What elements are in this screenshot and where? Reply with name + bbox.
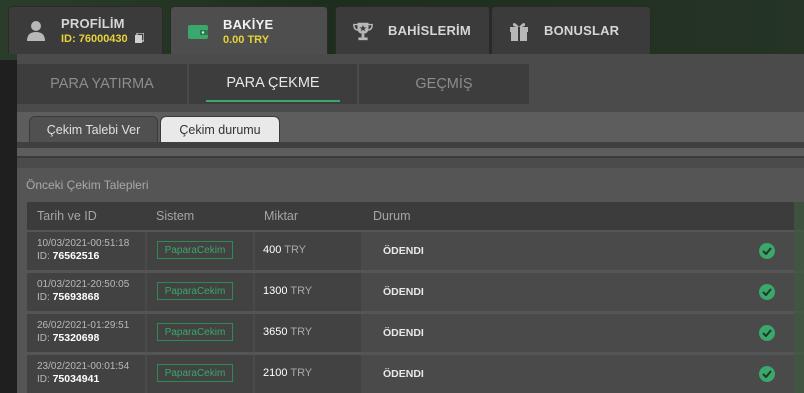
tab-history[interactable]: GEÇMİŞ xyxy=(359,64,531,104)
col-date-id: Tarih ve ID xyxy=(37,209,97,223)
row-amount: 2100 xyxy=(263,367,288,379)
system-badge: PaparaCekim xyxy=(157,364,233,382)
row-status: ÖDENDI xyxy=(383,368,424,380)
col-system: Sistem xyxy=(156,209,195,223)
account-nav: PROFİLİM ID: 76000430 BAKİYE 0.00 TRY BA… xyxy=(8,6,804,56)
check-icon xyxy=(759,284,775,300)
row-amount: 1300 xyxy=(263,285,288,297)
tab-my-bets[interactable]: BAHİSLERİM xyxy=(335,6,490,54)
row-date: 26/02/2021-01:29:51 xyxy=(37,320,130,331)
check-icon xyxy=(759,243,775,259)
row-date: 01/03/2021-20:50:05 xyxy=(37,279,130,290)
row-date: 10/03/2021-00:51:18 xyxy=(37,238,130,249)
gift-icon xyxy=(508,20,530,42)
row-status: ÖDENDI xyxy=(383,286,424,298)
table-header: Tarih ve ID Sistem Miktar Durum xyxy=(27,202,804,230)
tab-withdraw[interactable]: PARA ÇEKME xyxy=(189,64,359,104)
tab-bonuses-label: BONUSLAR xyxy=(544,23,620,38)
tab-my-bets-label: BAHİSLERİM xyxy=(388,23,471,38)
table-row: 23/02/2021-00:01:54 ID: 75034941 PaparaCe… xyxy=(27,355,804,393)
row-status: ÖDENDI xyxy=(383,327,424,339)
trophy-icon xyxy=(352,20,374,42)
table-scroll-edge xyxy=(794,202,804,393)
row-amount: 3650 xyxy=(263,326,288,338)
table-row: 26/02/2021-01:29:51 ID: 75320698 PaparaCe… xyxy=(27,314,804,352)
col-amount: Miktar xyxy=(264,209,299,223)
tab-profile[interactable]: PROFİLİM ID: 76000430 xyxy=(8,6,163,54)
tab-withdraw-request[interactable]: Çekim Talebi Ver xyxy=(29,116,158,142)
system-badge: PaparaCekim xyxy=(157,241,233,259)
row-date: 23/02/2021-00:01:54 xyxy=(37,361,130,372)
tab-balance[interactable]: BAKİYE 0.00 TRY xyxy=(170,6,328,56)
check-icon xyxy=(759,325,775,341)
tab-profile-label: PROFİLİM xyxy=(61,15,125,31)
row-id: 75320698 xyxy=(52,332,100,344)
copy-icon[interactable] xyxy=(134,31,145,46)
row-id: 75693868 xyxy=(52,291,100,303)
tab-deposit[interactable]: PARA YATIRMA xyxy=(17,64,189,104)
tab-withdraw-status[interactable]: Çekim durumu xyxy=(160,116,280,142)
row-id: 76562516 xyxy=(52,250,100,262)
system-badge: PaparaCekim xyxy=(157,282,233,300)
section-title: Önceki Çekim Talepleri xyxy=(26,178,149,192)
withdraw-subnav: Çekim Talebi Ver Çekim durumu xyxy=(17,112,804,158)
row-amount: 400 xyxy=(263,244,282,256)
balance-amount: 0.00 TRY xyxy=(223,34,270,46)
check-icon xyxy=(759,366,775,382)
balance-panel: PARA YATIRMA PARA ÇEKME GEÇMİŞ Çekim Tal… xyxy=(17,54,804,393)
row-status: ÖDENDI xyxy=(383,245,424,257)
user-icon xyxy=(25,20,47,42)
wallet-icon xyxy=(187,21,209,43)
row-id: 75034941 xyxy=(52,373,100,385)
tab-balance-label: BAKİYE xyxy=(223,17,274,32)
table-row: 01/03/2021-20:50:05 ID: 75693868 PaparaCe… xyxy=(27,273,804,311)
col-status: Durum xyxy=(373,209,411,223)
table-row: 10/03/2021-00:51:18 ID: 76562516 PaparaCe… xyxy=(27,232,804,270)
user-id: ID: 76000430 xyxy=(61,32,128,45)
system-badge: PaparaCekim xyxy=(157,323,233,341)
balance-subtabs: PARA YATIRMA PARA ÇEKME GEÇMİŞ xyxy=(17,64,804,104)
previous-withdrawals: Önceki Çekim Talepleri Tarih ve ID Siste… xyxy=(17,168,804,393)
tab-bonuses[interactable]: BONUSLAR xyxy=(491,6,651,54)
